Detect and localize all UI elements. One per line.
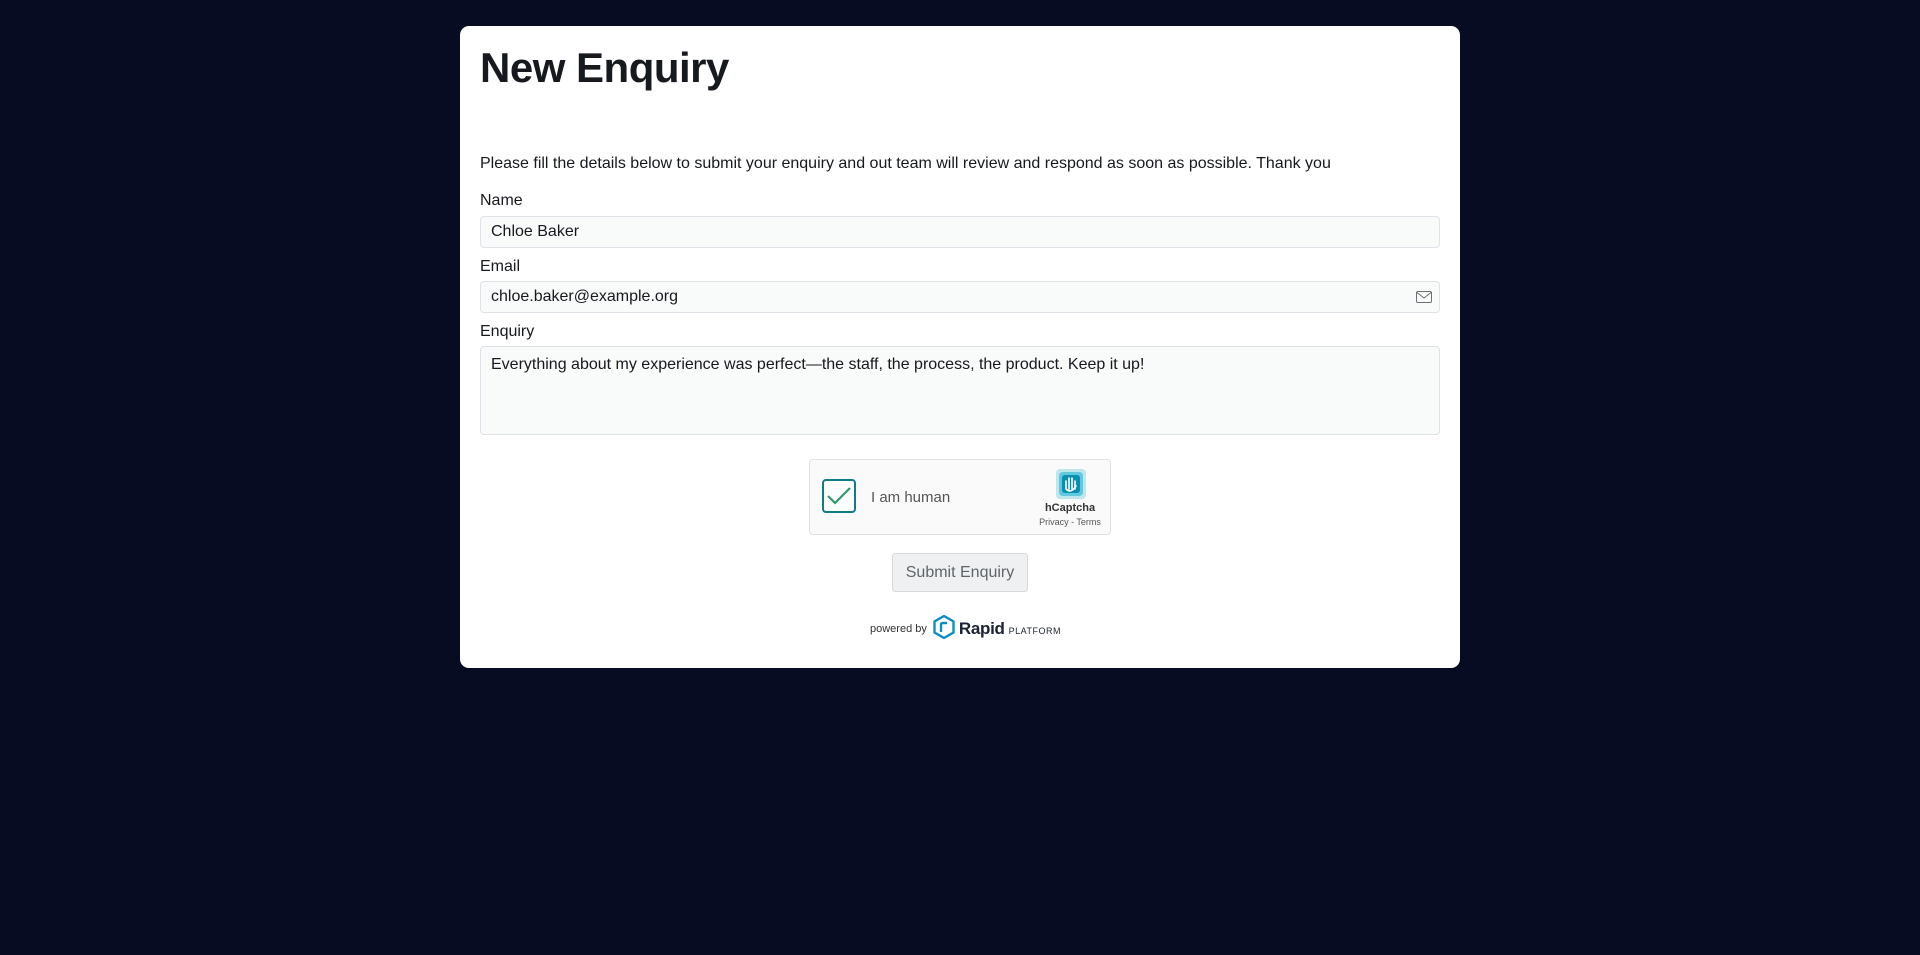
email-field[interactable] (480, 281, 1440, 313)
captcha-checkbox[interactable] (822, 479, 856, 513)
powered-by[interactable]: powered by Rapid PLATFORM (870, 614, 1061, 644)
name-field[interactable] (480, 216, 1440, 248)
email-field-wrapper (480, 281, 1440, 313)
powered-by-text: powered by (870, 623, 927, 635)
enquiry-textarea[interactable]: Everything about my experience was perfe… (480, 346, 1440, 435)
enquiry-card: New Enquiry Please fill the details belo… (460, 26, 1460, 668)
captcha-brand: hCaptcha (1044, 502, 1096, 514)
hcaptcha-widget: I am human hCaptcha Privacy - Terms (809, 459, 1111, 535)
submit-button[interactable]: Submit Enquiry (892, 553, 1028, 592)
page-title: New Enquiry (480, 44, 729, 91)
enquiry-label: Enquiry (480, 323, 535, 340)
name-label: Name (480, 192, 523, 209)
rapid-brand: Rapid (958, 619, 1005, 638)
envelope-icon (1409, 282, 1439, 312)
email-label: Email (480, 258, 521, 275)
captcha-links[interactable]: Privacy - Terms (1030, 517, 1110, 527)
intro-text: Please fill the details below to submit … (480, 155, 1331, 172)
hcaptcha-hand-icon (1054, 467, 1088, 506)
checkmark-icon (827, 487, 851, 505)
rapid-hex-icon (933, 614, 955, 644)
captcha-label: I am human (871, 489, 951, 506)
rapid-platform: PLATFORM (1008, 626, 1061, 636)
